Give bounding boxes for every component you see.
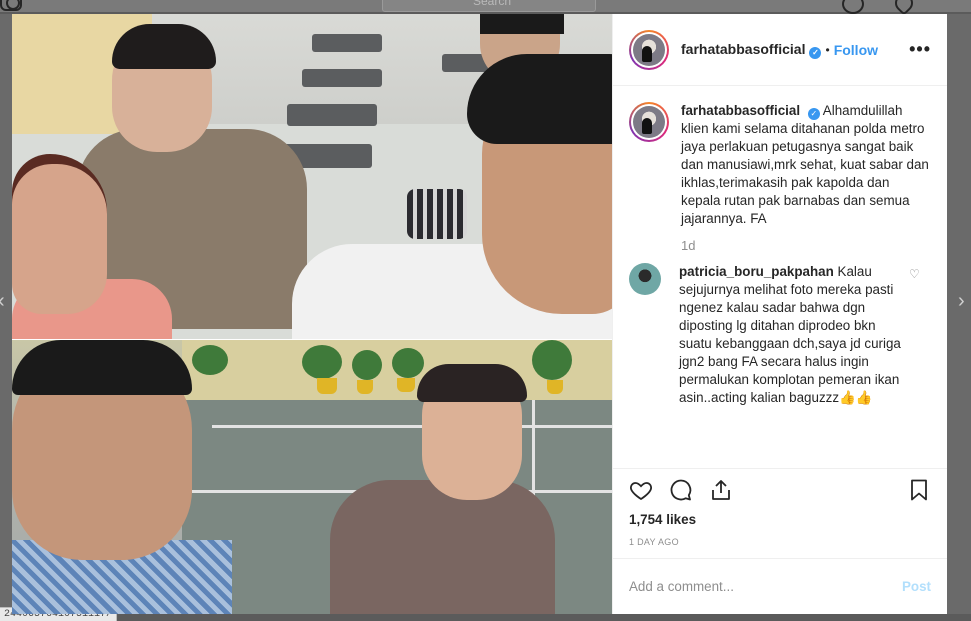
comment-text: Kalau sejujurnya melihat foto mereka pas… (679, 264, 901, 405)
comment-avatar[interactable] (629, 263, 661, 295)
scroll-clip (613, 460, 947, 468)
follow-button[interactable]: Follow (834, 42, 878, 58)
action-bar (613, 468, 947, 510)
instagram-logo-icon[interactable] (0, 0, 22, 11)
more-options-icon[interactable]: ••• (909, 39, 931, 60)
verified-badge-icon: ✓ (807, 108, 820, 120)
header-username-text[interactable]: farhatabbasofficial (681, 41, 805, 57)
person-shirt (407, 189, 467, 239)
avatar-image (633, 33, 665, 66)
backdrop-search-input[interactable]: Search (382, 0, 596, 12)
comment-like-heart-icon[interactable]: ♡ (909, 267, 920, 281)
person-shirt (330, 480, 555, 614)
post-date[interactable]: 1 DAY AGO (613, 530, 947, 558)
post-photo-collage[interactable] (12, 14, 612, 614)
caption-username[interactable]: farhatabbasofficial (681, 103, 800, 118)
bench (302, 69, 382, 87)
potted-plant (302, 345, 342, 379)
potted-plant (532, 340, 572, 380)
caption-time-ago[interactable]: 1d (681, 238, 931, 253)
person-hair (112, 24, 216, 69)
avatar-border (631, 104, 667, 140)
like-heart-icon[interactable] (629, 478, 653, 502)
likes-count[interactable]: 1,754 likes (613, 510, 947, 530)
person-hair (417, 364, 527, 402)
photo-courtyard-selfie (12, 340, 612, 614)
avatar[interactable] (629, 29, 669, 70)
potted-plant (192, 345, 228, 375)
person-hair (12, 340, 192, 395)
comment-item: patricia_boru_pakpahan Kalau sejujurnya … (629, 263, 931, 407)
avatar-image (633, 106, 665, 138)
share-upload-icon[interactable] (709, 478, 733, 502)
add-comment-input[interactable] (629, 579, 902, 594)
comment-bubble-icon[interactable] (669, 478, 693, 502)
post-header: farhatabbasofficial ✓ • Follow ••• (613, 14, 947, 86)
post-side-panel: farhatabbasofficial ✓ • Follow ••• farhat… (612, 14, 947, 614)
next-post-arrow-icon[interactable]: › (958, 290, 965, 313)
backdrop-left-strip (0, 14, 12, 614)
yellow-pot (547, 380, 563, 394)
comments-scroll-area[interactable]: farhatabbasofficial ✓ Alhamdulillah klie… (613, 86, 947, 468)
bench (312, 34, 382, 52)
bookmark-save-icon[interactable] (907, 478, 931, 502)
post-caption: farhatabbasofficial ✓ Alhamdulillah klie… (629, 102, 931, 228)
header-username[interactable]: farhatabbasofficial ✓ (681, 41, 822, 59)
potted-plant (352, 350, 382, 380)
person-hair (467, 54, 612, 144)
comment-username[interactable]: patricia_boru_pakpahan (679, 264, 834, 279)
person-head (12, 164, 107, 314)
photo-waiting-room-selfie (12, 14, 612, 339)
verified-badge-icon: ✓ (809, 46, 822, 59)
yellow-pot (317, 378, 337, 394)
comment-body: patricia_boru_pakpahan Kalau sejujurnya … (679, 263, 901, 407)
yellow-pot (397, 378, 415, 392)
person-hair (480, 14, 564, 34)
post-comment-button[interactable]: Post (902, 579, 931, 594)
caption-text: Alhamdulillah klien kami selama ditahana… (681, 103, 929, 226)
court-line (212, 425, 612, 428)
caption-avatar[interactable] (629, 102, 669, 142)
post-modal: farhatabbasofficial ✓ • Follow ••• farhat… (12, 14, 947, 614)
avatar-border (631, 31, 667, 68)
add-comment-bar: Post (613, 558, 947, 614)
caption-body: farhatabbasofficial ✓ Alhamdulillah klie… (681, 102, 931, 228)
previous-post-arrow-icon[interactable]: ‹ (0, 290, 5, 313)
potted-plant (392, 348, 424, 378)
dot-separator: • (825, 42, 830, 57)
backdrop-right-strip (947, 14, 971, 614)
yellow-pot (357, 380, 373, 394)
bench (287, 104, 377, 126)
